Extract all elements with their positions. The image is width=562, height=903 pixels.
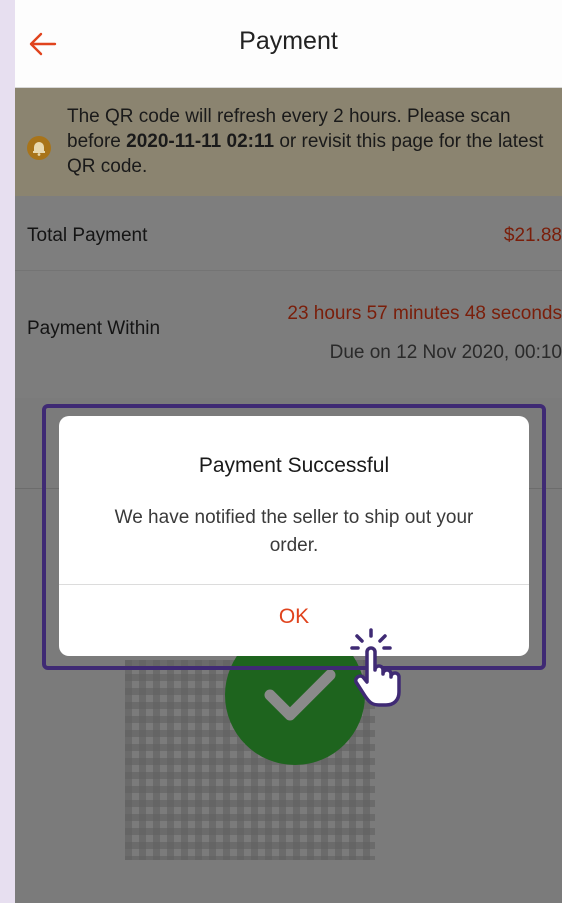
payment-countdown: 23 hours 57 minutes 48 seconds	[287, 303, 562, 324]
bell-icon	[27, 136, 51, 160]
phone-screen: Payment The QR code will refresh every 2…	[15, 0, 562, 903]
notice-text: The QR code will refresh every 2 hours. …	[67, 106, 544, 177]
payment-success-dialog: Payment Successful We have notified the …	[59, 416, 529, 656]
ok-button[interactable]: OK	[59, 585, 529, 656]
checkmark-icon	[264, 669, 336, 721]
total-payment-label: Total Payment	[27, 225, 148, 246]
dialog-title: Payment Successful	[198, 454, 390, 477]
dialog-message: We have notified the seller to ship out …	[114, 507, 474, 556]
page-title: Payment	[239, 27, 338, 55]
qr-deadline: 2020-11-11 02:11	[126, 131, 275, 152]
total-payment-amount: $21.88	[503, 225, 562, 246]
payment-due-date: Due on 12 Nov 2020, 00:10	[329, 342, 562, 363]
pointing-hand-icon	[350, 628, 401, 707]
payment-within-label: Payment Within	[27, 318, 161, 339]
